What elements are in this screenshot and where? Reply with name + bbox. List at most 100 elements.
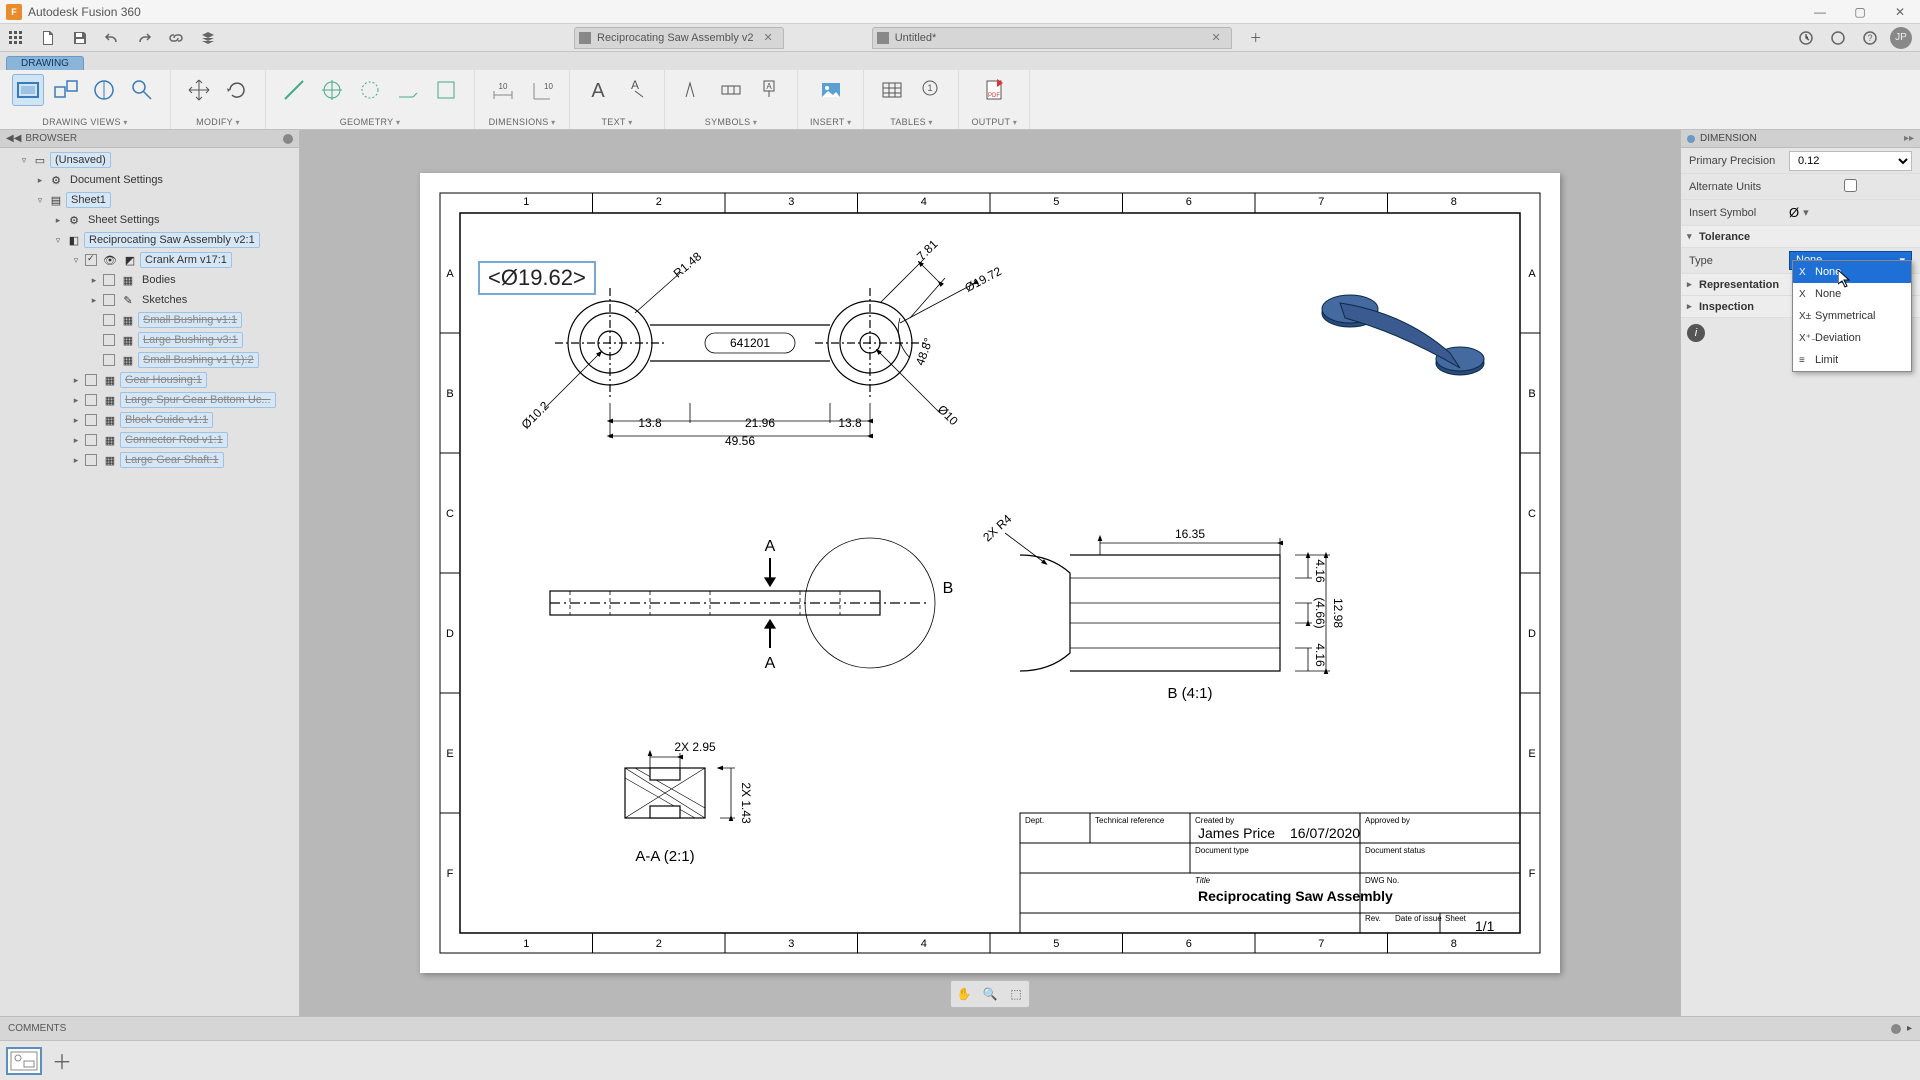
extensions-icon[interactable] bbox=[1794, 26, 1818, 50]
tree-row-smallbushing2[interactable]: ▦Small Bushing v1 (1):2 bbox=[0, 350, 299, 370]
visibility-checkbox[interactable] bbox=[103, 314, 115, 326]
save-icon[interactable] bbox=[68, 26, 92, 50]
svg-text:Technical reference: Technical reference bbox=[1095, 816, 1165, 825]
sheet-thumbnail[interactable] bbox=[6, 1047, 42, 1075]
tree-row-smallbushing[interactable]: ▦Small Bushing v1:1 bbox=[0, 310, 299, 330]
visibility-checkbox[interactable] bbox=[85, 254, 97, 266]
tree-row-gearhousing[interactable]: ▸▦Gear Housing:1 bbox=[0, 370, 299, 390]
expand-icon[interactable]: ▸ bbox=[1907, 1023, 1912, 1034]
job-status-icon[interactable] bbox=[1826, 26, 1850, 50]
symbol-dropdown-icon[interactable]: ▾ bbox=[1803, 206, 1809, 219]
tree-row-spurgear[interactable]: ▸▦Large Spur Gear Bottom Uc... bbox=[0, 390, 299, 410]
visibility-checkbox[interactable] bbox=[85, 454, 97, 466]
help-icon[interactable]: ? bbox=[1858, 26, 1882, 50]
move-button[interactable] bbox=[183, 74, 215, 106]
tree-row-root[interactable]: ▿▭(Unsaved) bbox=[0, 150, 299, 170]
visibility-checkbox[interactable] bbox=[103, 274, 115, 286]
visibility-checkbox[interactable] bbox=[103, 354, 115, 366]
edge-ext-button[interactable] bbox=[392, 74, 424, 106]
apps-grid-icon[interactable] bbox=[4, 26, 28, 50]
tree-row-assembly[interactable]: ▿◧Reciprocating Saw Assembly v2:1 bbox=[0, 230, 299, 250]
insert-image-button[interactable] bbox=[815, 74, 847, 106]
link-icon[interactable] bbox=[164, 26, 188, 50]
drawing-sheet[interactable]: 1122334455667788 AABBCCDDEEFF bbox=[420, 173, 1560, 973]
dropdown-option-none2[interactable]: XNone bbox=[1793, 283, 1911, 305]
redo-icon[interactable] bbox=[132, 26, 156, 50]
rotate-button[interactable] bbox=[221, 74, 253, 106]
tree-row-gearshaft[interactable]: ▸▦Large Gear Shaft:1 bbox=[0, 450, 299, 470]
table-button[interactable] bbox=[876, 74, 908, 106]
balloon-button[interactable]: 1 bbox=[914, 74, 946, 106]
window-minimize-button[interactable]: — bbox=[1800, 0, 1840, 24]
projected-view-button[interactable] bbox=[50, 74, 82, 106]
browser-header[interactable]: ◀◀ BROWSER bbox=[0, 130, 299, 148]
workspace-tab-drawing[interactable]: DRAWING bbox=[6, 56, 84, 70]
visibility-checkbox[interactable] bbox=[85, 374, 97, 386]
tree-row-blockguide[interactable]: ▸▦Block Guide v1:1 bbox=[0, 410, 299, 430]
surface-texture-button[interactable] bbox=[677, 74, 709, 106]
alternate-units-checkbox[interactable] bbox=[1789, 179, 1912, 192]
section-view-button[interactable] bbox=[88, 74, 120, 106]
zoom-icon[interactable]: 🔍 bbox=[979, 983, 1001, 1005]
visibility-checkbox[interactable] bbox=[103, 334, 115, 346]
extension-button[interactable] bbox=[430, 74, 462, 106]
dropdown-option-deviation[interactable]: X⁺₋Deviation bbox=[1793, 327, 1911, 349]
visibility-checkbox[interactable] bbox=[85, 414, 97, 426]
close-tab-icon[interactable]: ✕ bbox=[754, 31, 773, 44]
browser-panel: ◀◀ BROWSER ▿▭(Unsaved) ▸⚙Document Settin… bbox=[0, 130, 300, 1016]
pin-icon[interactable] bbox=[1891, 1024, 1901, 1034]
tree-row-sketches[interactable]: ▸✎Sketches bbox=[0, 290, 299, 310]
drawing-canvas[interactable]: 1122334455667788 AABBCCDDEEFF bbox=[300, 130, 1680, 1016]
tree-row-crankarm[interactable]: ▿👁◩Crank Arm v17:1 bbox=[0, 250, 299, 270]
line-button[interactable] bbox=[278, 74, 310, 106]
dropdown-option-limit[interactable]: ≡Limit bbox=[1793, 349, 1911, 371]
document-tab[interactable]: Reciprocating Saw Assembly v2 ✕ bbox=[574, 27, 784, 49]
dropdown-option-symmetrical[interactable]: X±Symmetrical bbox=[1793, 305, 1911, 327]
feature-frame-button[interactable] bbox=[715, 74, 747, 106]
dropdown-option-none[interactable]: XNone bbox=[1793, 261, 1911, 283]
datum-button[interactable]: A bbox=[753, 74, 785, 106]
text-button[interactable]: A bbox=[582, 74, 614, 106]
tolerance-type-dropdown[interactable]: XNone XNone X±Symmetrical X⁺₋Deviation ≡… bbox=[1792, 260, 1912, 372]
tree-row-docsettings[interactable]: ▸⚙Document Settings bbox=[0, 170, 299, 190]
zoom-window-icon[interactable]: ⬚ bbox=[1005, 983, 1027, 1005]
output-pdf-button[interactable]: PDF bbox=[978, 74, 1010, 106]
document-tab[interactable]: Untitled* ✕ bbox=[872, 27, 1232, 49]
file-new-icon[interactable] bbox=[36, 26, 60, 50]
add-sheet-button[interactable]: ＋ bbox=[50, 1049, 74, 1073]
properties-header[interactable]: DIMENSION ▸▸ bbox=[1681, 130, 1920, 148]
comments-bar[interactable]: COMMENTS ▸ bbox=[0, 1016, 1920, 1040]
window-close-button[interactable]: ✕ bbox=[1880, 0, 1920, 24]
tree-row-connectorrod[interactable]: ▸▦Connector Rod v1:1 bbox=[0, 430, 299, 450]
tree-row-sheet[interactable]: ▿▤Sheet1 bbox=[0, 190, 299, 210]
close-tab-icon[interactable]: ✕ bbox=[1202, 31, 1221, 44]
visibility-checkbox[interactable] bbox=[85, 434, 97, 446]
primary-precision-select[interactable]: 0.12 bbox=[1789, 151, 1912, 171]
dimension-edit-overlay[interactable]: <Ø19.62> bbox=[478, 261, 596, 295]
info-button[interactable]: i bbox=[1687, 324, 1705, 342]
browser-tree[interactable]: ▿▭(Unsaved) ▸⚙Document Settings ▿▤Sheet1… bbox=[0, 148, 299, 1016]
centermark-button[interactable] bbox=[316, 74, 348, 106]
window-maximize-button[interactable]: ▢ bbox=[1840, 0, 1880, 24]
prop-section-tolerance[interactable]: ▾Tolerance bbox=[1681, 226, 1920, 248]
pin-icon[interactable] bbox=[283, 134, 293, 144]
layers-icon[interactable] bbox=[196, 26, 220, 50]
base-view-button[interactable] bbox=[12, 74, 44, 106]
expand-icon[interactable]: ▸▸ bbox=[1904, 133, 1914, 144]
centerline-button[interactable] bbox=[354, 74, 386, 106]
pan-icon[interactable]: ✋ bbox=[953, 983, 975, 1005]
collapse-icon[interactable]: ◀◀ bbox=[6, 133, 21, 144]
undo-icon[interactable] bbox=[100, 26, 124, 50]
dimension-button[interactable]: 10 bbox=[487, 74, 519, 106]
visibility-checkbox[interactable] bbox=[103, 294, 115, 306]
ordinate-button[interactable]: 10 bbox=[525, 74, 557, 106]
leader-text-button[interactable]: A bbox=[620, 74, 652, 106]
detail-view-button[interactable] bbox=[126, 74, 158, 106]
tree-row-sheetsettings[interactable]: ▸⚙Sheet Settings bbox=[0, 210, 299, 230]
tree-row-largebushing[interactable]: ▦Large Bushing v3:1 bbox=[0, 330, 299, 350]
profile-badge[interactable]: JP bbox=[1890, 27, 1912, 49]
visibility-checkbox[interactable] bbox=[85, 394, 97, 406]
new-tab-button[interactable]: ＋ bbox=[1244, 26, 1268, 50]
tree-row-bodies[interactable]: ▸▦Bodies bbox=[0, 270, 299, 290]
eye-icon[interactable]: 👁 bbox=[103, 253, 117, 267]
